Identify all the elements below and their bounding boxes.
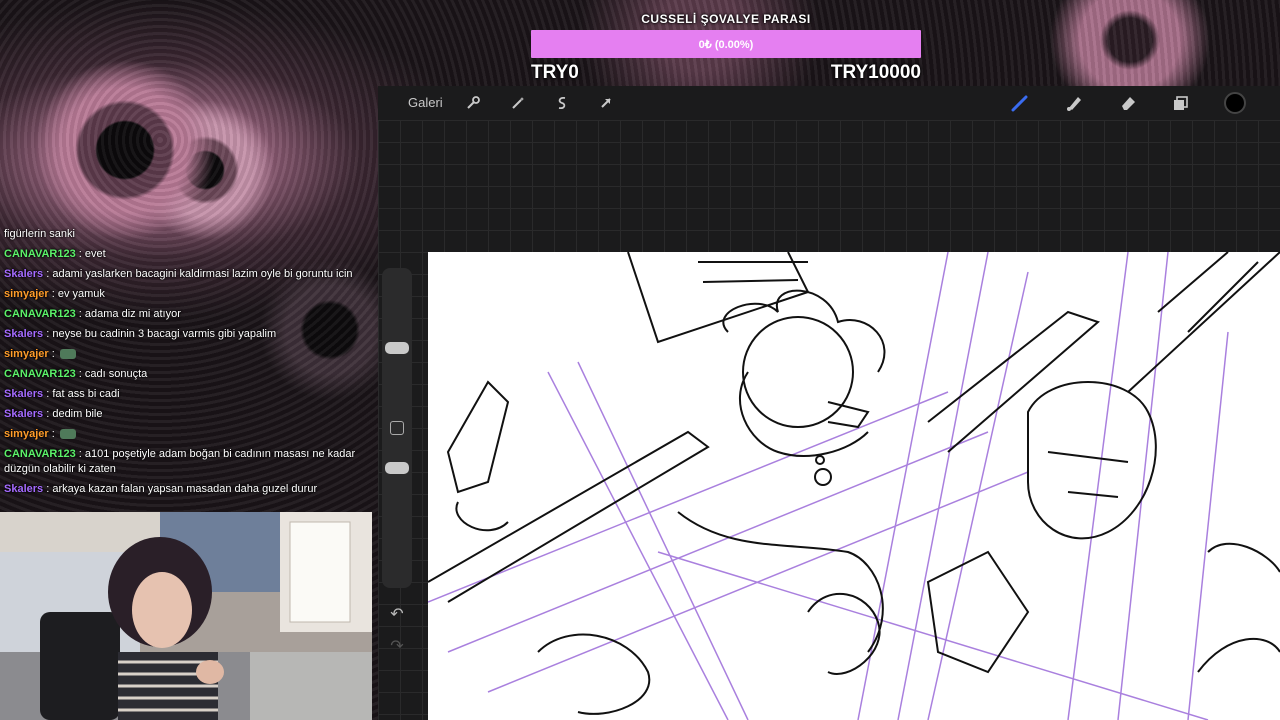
chat-separator: : [43,268,53,280]
brush-icon[interactable] [1010,93,1030,113]
chat-message: Skalers : dedim bile [0,405,378,425]
opacity-slider[interactable] [385,462,409,474]
brush-sidebar: ↶ ↷ [382,268,412,655]
chat-message: figürlerin sanki [0,225,378,245]
goal-progress-bar: 0₺ (0.00%) [531,30,921,58]
wrench-icon[interactable] [463,93,483,113]
chat-text: evet [84,248,106,260]
size-slider[interactable] [385,342,409,354]
chat-separator: : [43,388,53,400]
chat-username[interactable]: simyajer [4,288,49,300]
chat-text: arkaya kazan falan yapsan masadan daha g… [52,483,318,495]
chat-username[interactable]: simyajer [4,428,49,440]
chat-message: simyajer : [0,425,378,445]
chat-text: fat ass bi cadi [52,388,120,400]
chat-text: ev yamuk [57,288,105,300]
chat-separator: : [75,368,85,380]
chat-separator: : [75,308,85,320]
smudge-icon[interactable] [1064,93,1084,113]
chat-username[interactable]: CANAVAR123 [4,448,76,460]
redo-icon[interactable]: ↷ [382,636,412,656]
chat-message-list: figürlerin sanki CANAVAR123 : evet Skalers… [0,225,378,500]
top-toolbar: Galeri [378,86,1280,120]
drawing-canvas[interactable] [428,252,1280,720]
chat-separator: : [75,248,85,260]
chat-message: simyajer : ev yamuk [0,285,378,305]
chat-message: Skalers : neyse bu cadinin 3 bacagi varm… [0,325,378,345]
gallery-button[interactable]: Galeri [408,95,443,110]
chat-text: neyse bu cadinin 3 bacagi varmis gibi ya… [52,328,277,340]
chat-username[interactable]: CANAVAR123 [4,308,76,320]
eraser-icon[interactable] [1118,93,1138,113]
chat-message: CANAVAR123 : a101 poşetiyle adam boğan b… [0,445,378,480]
chat-message: simyajer : [0,345,378,365]
goal-progress-text: 0₺ (0.00%) [698,38,754,51]
chat-emote-icon [59,349,76,360]
chat-message: CANAVAR123 : adama diz mi atıyor [0,305,378,325]
modify-square-icon[interactable] [390,421,404,435]
chat-username[interactable]: Skalers [4,408,43,420]
magic-wand-icon[interactable] [508,93,528,113]
chat-separator: : [43,328,53,340]
color-picker-swatch[interactable] [1224,92,1246,114]
undo-icon[interactable]: ↶ [382,604,412,624]
webcam-feed [0,512,372,720]
chat-text: cadı sonuçta [84,368,148,380]
webcam-image [0,512,372,720]
chat-separator: : [75,448,85,460]
chat-username[interactable]: Skalers [4,483,43,495]
chat-username[interactable]: CANAVAR123 [4,368,76,380]
chat-separator: : [43,483,53,495]
chat-message: Skalers : arkaya kazan falan yapsan masa… [0,480,378,500]
selection-icon[interactable] [552,93,572,113]
goal-min-label: TRY0 [531,62,579,83]
chat-text: dedim bile [52,408,103,420]
chat-separator: : [48,348,58,360]
goal-title: CUSSELİ ŞOVALYE PARASI [641,12,811,26]
sketch-artwork [428,252,1280,720]
layers-icon[interactable] [1171,93,1191,113]
chat-separator: : [48,288,58,300]
chat-emote-icon [59,429,76,440]
donation-goal: CUSSELİ ŞOVALYE PARASI 0₺ (0.00%) TRY0 T… [531,12,921,84]
chat-message: CANAVAR123 : evet [0,245,378,265]
transform-arrow-icon[interactable] [596,93,616,113]
chat-username[interactable]: simyajer [4,348,49,360]
chat-text: adami yaslarken bacagini kaldirmasi lazi… [52,268,353,280]
chat-message: Skalers : adami yaslarken bacagini kaldi… [0,265,378,285]
chat-username[interactable]: Skalers [4,268,43,280]
chat-text: adama diz mi atıyor [84,308,181,320]
chat-username[interactable]: CANAVAR123 [4,248,76,260]
chat-message: CANAVAR123 : cadı sonuçta [0,365,378,385]
chat-message: Skalers : fat ass bi cadi [0,385,378,405]
chat-username[interactable]: Skalers [4,388,43,400]
chat-separator: : [48,428,58,440]
chat-panel: figürlerin sanki CANAVAR123 : evet Skalers… [0,206,378,500]
chat-separator: : [43,408,53,420]
chat-username[interactable]: Skalers [4,328,43,340]
chat-text: figürlerin sanki [4,228,75,240]
goal-max-label: TRY10000 [830,62,921,83]
